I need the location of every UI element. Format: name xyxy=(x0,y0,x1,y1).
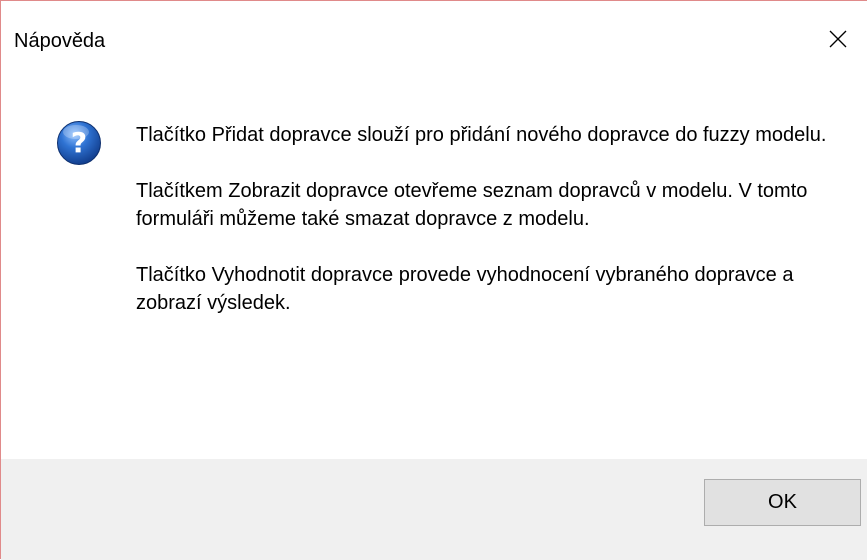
ok-button[interactable]: OK xyxy=(704,479,861,526)
message-paragraph-3: Tlačítko Vyhodnotit dopravce provede vyh… xyxy=(136,264,794,314)
close-button[interactable] xyxy=(815,19,861,59)
close-icon xyxy=(829,30,847,48)
message-paragraph-2: Tlačítkem Zobrazit dopravce otevřeme sez… xyxy=(136,180,808,230)
message-paragraph-1: Tlačítko Přidat dopravce slouží pro přid… xyxy=(136,124,827,146)
message-text: Tlačítko Přidat dopravce slouží pro přid… xyxy=(136,121,836,345)
svg-text:?: ? xyxy=(71,126,87,159)
dialog-title: Nápověda xyxy=(14,30,106,52)
question-icon: ? xyxy=(57,121,101,165)
button-bar: OK xyxy=(1,459,867,560)
title-bar[interactable]: Nápověda xyxy=(1,1,867,61)
dialog-content: ? Tlačítko Přidat dopravce slouží pro př… xyxy=(1,61,867,459)
help-dialog: Nápověda ? Tlačítko Přidat dopravce slou… xyxy=(0,0,867,560)
